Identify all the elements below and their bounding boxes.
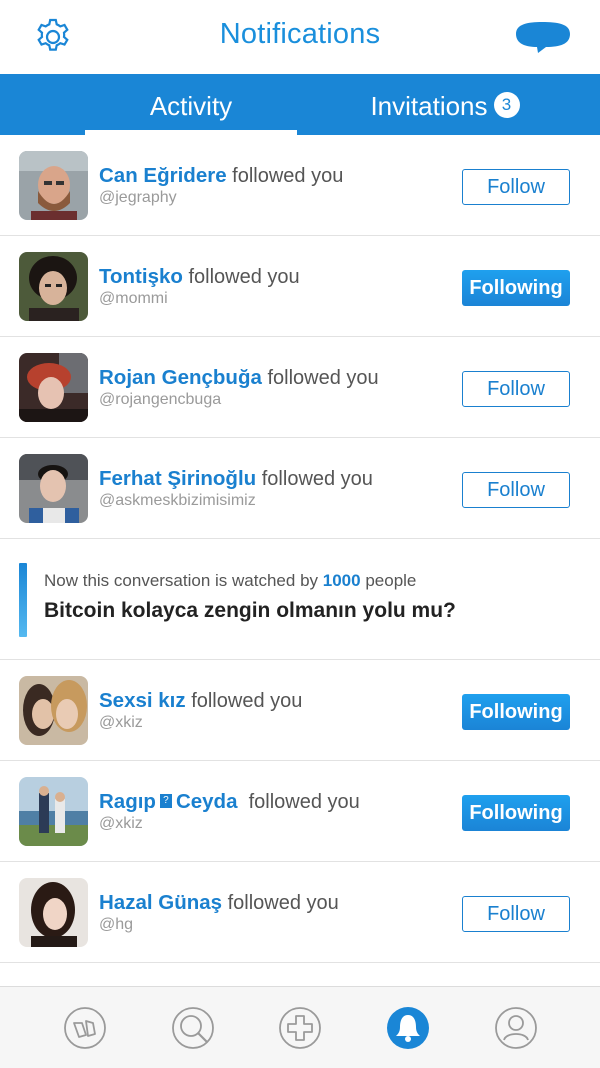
user-handle: @mommi — [99, 290, 168, 307]
follow-button[interactable]: Follow — [462, 169, 570, 205]
user-handle: @xkiz — [99, 815, 143, 832]
top-bar: Notifications — [0, 0, 600, 74]
bottom-nav — [0, 986, 600, 1068]
notification-text: Rojan Gençbuğa followed you — [99, 366, 379, 390]
notification-text: Ferhat Şirinoğlu followed you — [99, 467, 373, 491]
notification-row: Hazal Günaş followed you @hg Follow — [0, 862, 600, 963]
conversation-accent-bar — [19, 563, 27, 637]
following-button[interactable]: Following — [462, 270, 570, 306]
avatar-image — [19, 151, 88, 220]
tab-bar: Activity Invitations 3 — [0, 74, 600, 135]
follow-button[interactable]: Follow — [462, 472, 570, 508]
nav-add[interactable] — [278, 1006, 322, 1050]
watch-count: 1000 — [322, 571, 361, 590]
messages-button[interactable] — [512, 20, 572, 56]
user-name[interactable]: Hazal Günaş — [99, 891, 222, 914]
profile-icon — [495, 1007, 537, 1049]
notification-action: followed you — [232, 165, 344, 187]
user-name[interactable]: Tontişko — [99, 265, 183, 288]
tab-activity[interactable]: Activity — [85, 74, 297, 135]
user-name[interactable]: Can Eğridere — [99, 164, 227, 187]
tab-invitations-label: Invitations — [370, 91, 488, 121]
notification-text: Tontişko followed you — [99, 265, 300, 289]
user-name[interactable]: Ferhat Şirinoğlu — [99, 467, 256, 490]
search-icon — [172, 1007, 214, 1049]
notification-action: followed you — [267, 367, 379, 389]
conversation-title[interactable]: Bitcoin kolayca zengin olmanın yolu mu? — [44, 599, 456, 623]
nav-profile[interactable] — [494, 1006, 538, 1050]
notification-text: Hazal Günaş followed you — [99, 891, 339, 915]
nav-notifications[interactable] — [386, 1006, 430, 1050]
tab-activity-label: Activity — [149, 91, 233, 121]
following-button[interactable]: Following — [462, 795, 570, 831]
avatar[interactable] — [19, 777, 88, 846]
avatar-image — [19, 454, 88, 523]
follow-button[interactable]: Follow — [462, 371, 570, 407]
user-handle: @rojangencbuga — [99, 391, 222, 408]
bell-icon — [387, 1007, 429, 1049]
watch-prefix: Now this conversation is watched by — [44, 571, 319, 590]
unknown-glyph-icon: ? — [159, 793, 172, 808]
user-handle: @jegraphy — [99, 189, 177, 206]
following-button[interactable]: Following — [462, 694, 570, 730]
notification-action: followed you — [248, 791, 360, 813]
avatar-image — [19, 353, 88, 422]
notification-row: Ragıp? Ceyda followed you @xkiz Following — [0, 761, 600, 862]
avatar-image — [19, 878, 88, 947]
watch-suffix: people — [365, 571, 417, 590]
follow-button[interactable]: Follow — [462, 896, 570, 932]
feed-icon — [64, 1007, 106, 1049]
notification-row: Sexsi kız followed you @xkiz Following — [0, 660, 600, 761]
notification-action: followed you — [227, 892, 339, 914]
avatar-image — [19, 676, 88, 745]
chat-bubble-icon — [516, 22, 570, 53]
avatar[interactable] — [19, 252, 88, 321]
notification-action: followed you — [261, 468, 373, 490]
user-name-second[interactable]: Ceyda — [176, 790, 238, 813]
notification-action: followed you — [191, 690, 303, 712]
avatar[interactable] — [19, 878, 88, 947]
avatar-image — [19, 252, 88, 321]
notification-text: Sexsi kız followed you — [99, 689, 302, 713]
nav-feed[interactable] — [63, 1006, 107, 1050]
user-handle: @askmeskbizimisimiz — [99, 492, 256, 509]
notification-row: Tontişko followed you @mommi Following — [0, 236, 600, 337]
tab-invitations[interactable]: Invitations 3 — [330, 74, 560, 135]
notification-row: Ferhat Şirinoğlu followed you @askmeskbi… — [0, 438, 600, 539]
user-name[interactable]: Rojan Gençbuğa — [99, 366, 262, 389]
avatar[interactable] — [19, 676, 88, 745]
conversation-watch-text: Now this conversation is watched by 1000… — [44, 571, 416, 591]
avatar[interactable] — [19, 151, 88, 220]
user-handle: @xkiz — [99, 714, 143, 731]
avatar[interactable] — [19, 454, 88, 523]
notification-action: followed you — [188, 266, 300, 288]
notification-text: Can Eğridere followed you — [99, 164, 343, 188]
page-title: Notifications — [219, 18, 381, 50]
user-handle: @hg — [99, 916, 134, 933]
avatar[interactable] — [19, 353, 88, 422]
notification-text: Ragıp? Ceyda followed you — [99, 790, 360, 814]
conversation-card[interactable]: Now this conversation is watched by 1000… — [0, 539, 600, 660]
notification-row: Rojan Gençbuğa followed you @rojangencbu… — [0, 337, 600, 438]
user-name-first[interactable]: Ragıp — [99, 790, 156, 813]
user-name[interactable]: Sexsi kız — [99, 689, 186, 712]
notification-row: Can Eğridere followed you @jegraphy Foll… — [0, 135, 600, 236]
add-icon — [279, 1007, 321, 1049]
notification-list: Can Eğridere followed you @jegraphy Foll… — [0, 135, 600, 963]
avatar-image — [19, 777, 88, 846]
nav-search[interactable] — [171, 1006, 215, 1050]
invitations-count-badge: 3 — [493, 92, 520, 119]
